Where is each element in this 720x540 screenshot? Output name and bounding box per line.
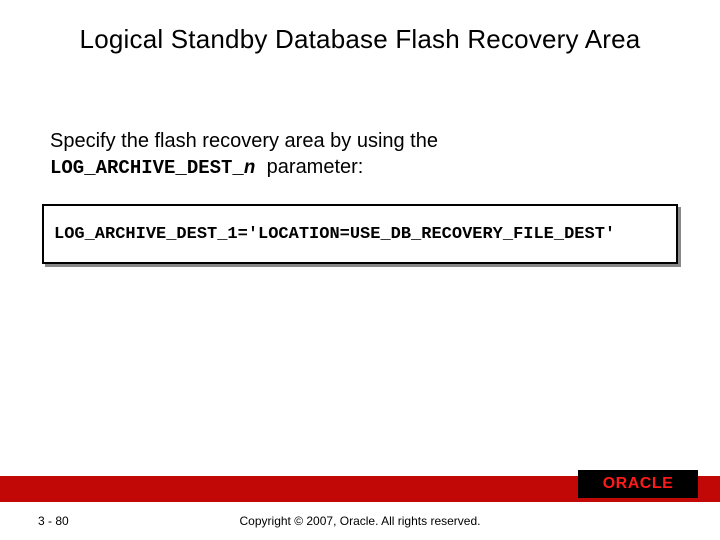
slide: Logical Standby Database Flash Recovery … — [0, 0, 720, 540]
body-trail: parameter: — [267, 156, 364, 178]
param-prefix: LOG_ARCHIVE_DEST_ — [50, 157, 244, 179]
slide-title: Logical Standby Database Flash Recovery … — [0, 24, 720, 55]
param-name: LOG_ARCHIVE_DEST_n — [50, 157, 267, 179]
copyright-text: Copyright © 2007, Oracle. All rights res… — [0, 514, 720, 528]
code-line: LOG_ARCHIVE_DEST_1='LOCATION=USE_DB_RECO… — [54, 225, 615, 244]
body-lead: Specify the flash recovery area by using… — [50, 130, 438, 152]
code-box: LOG_ARCHIVE_DEST_1='LOCATION=USE_DB_RECO… — [42, 204, 678, 264]
param-n: n — [244, 157, 255, 179]
body-text: Specify the flash recovery area by using… — [50, 128, 670, 181]
oracle-logo: ORACLE — [578, 470, 698, 498]
logo-text: ORACLE — [603, 475, 674, 493]
